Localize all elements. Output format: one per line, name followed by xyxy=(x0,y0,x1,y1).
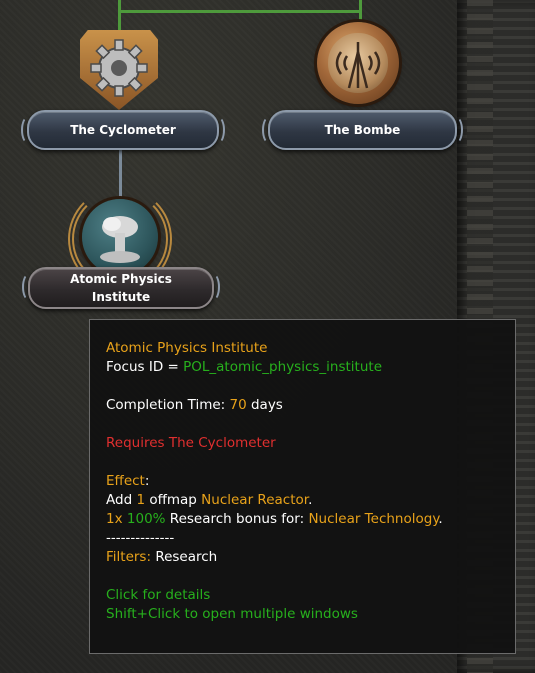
click-hint: Click for details xyxy=(106,587,211,603)
completion-unit: days xyxy=(246,397,283,413)
hint-row-2: Shift+Click to open multiple windows xyxy=(106,606,515,625)
focus-label-bombe: The Bombe xyxy=(262,110,463,150)
focus-node-cyclometer[interactable]: The Cyclometer xyxy=(0,0,240,160)
focus-node-bombe[interactable]: The Bombe xyxy=(260,0,465,160)
tooltip-title-row: Atomic Physics Institute xyxy=(106,340,515,359)
effect1-count: 1 xyxy=(136,492,146,508)
effect-row-1: Add 1 offmap Nuclear Reactor. xyxy=(106,492,515,511)
filters-row: Filters: Research xyxy=(106,549,515,568)
radio-tower-icon xyxy=(317,22,399,104)
requirement-text: Requires The Cyclometer xyxy=(106,435,276,451)
tooltip-divider: -------------- xyxy=(106,530,175,546)
divider-row: -------------- xyxy=(106,530,515,549)
effect2-text: Research bonus for: xyxy=(165,511,309,527)
filters-value: Research xyxy=(155,549,218,565)
effect2-multiplier: 1x xyxy=(106,511,123,527)
completion-value: 70 xyxy=(229,397,247,413)
effect1-end: . xyxy=(308,492,313,508)
hint-row-1: Click for details xyxy=(106,587,515,606)
requires-row: Requires The Cyclometer xyxy=(106,435,515,454)
focus-node-atomic-physics-institute[interactable]: Atomic Physics Institute xyxy=(20,185,230,320)
focus-tooltip: Atomic Physics Institute Focus ID = POL_… xyxy=(89,319,516,654)
focus-title: Atomic Physics Institute xyxy=(70,272,172,304)
effect-row-2: 1x 100% Research bonus for: Nuclear Tech… xyxy=(106,511,515,530)
effect2-target: Nuclear Technology xyxy=(308,511,439,527)
shift-click-hint: Shift+Click to open multiple windows xyxy=(106,606,358,622)
focus-label-cyclometer: The Cyclometer xyxy=(21,110,225,150)
effect-colon: : xyxy=(144,473,150,489)
effect-label: Effect xyxy=(106,473,145,489)
focus-id-value: POL_atomic_physics_institute xyxy=(183,359,382,375)
mushroom-cloud-icon xyxy=(82,199,158,275)
tooltip-title: Atomic Physics Institute xyxy=(106,340,268,356)
gear-icon xyxy=(80,30,158,110)
effect2-end: . xyxy=(438,511,443,527)
focus-title: The Cyclometer xyxy=(70,123,176,137)
completion-time-row: Completion Time: 70 days xyxy=(106,397,515,416)
effect1-item: Nuclear Reactor xyxy=(201,492,309,508)
focus-id-row: Focus ID = POL_atomic_physics_institute xyxy=(106,359,515,378)
effect1-prefix: Add xyxy=(106,492,137,508)
completion-label: Completion Time: xyxy=(106,397,230,413)
effect1-mid: offmap xyxy=(145,492,202,508)
focus-id-label: Focus ID = xyxy=(106,359,184,375)
focus-label-atomic-physics-institute: Atomic Physics Institute xyxy=(22,267,220,309)
effect2-percent: 100% xyxy=(126,511,166,527)
effect-header-row: Effect: xyxy=(106,473,515,492)
filters-label: Filters: xyxy=(106,549,156,565)
focus-title: The Bombe xyxy=(324,123,401,137)
